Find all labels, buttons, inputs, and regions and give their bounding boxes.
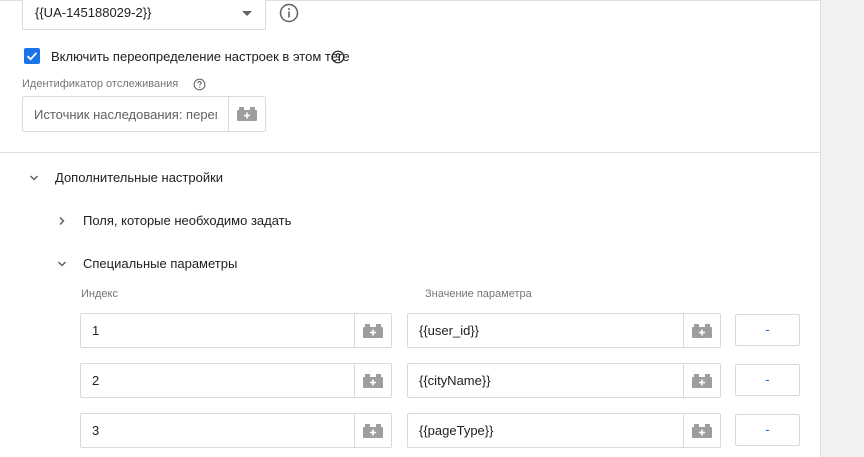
variable-block-icon — [363, 373, 383, 388]
variable-picker-button[interactable] — [683, 414, 720, 447]
variable-block-icon — [363, 323, 383, 338]
custom-dimensions-toggle[interactable]: Специальные параметры — [57, 256, 237, 271]
override-settings-label: Включить переопределение настроек в этом… — [51, 49, 350, 64]
advanced-settings-title: Дополнительные настройки — [55, 170, 224, 185]
remove-row-button[interactable]: - — [735, 414, 800, 446]
chevron-down-icon — [29, 174, 39, 181]
section-divider — [0, 152, 820, 153]
variable-picker-button[interactable] — [354, 314, 391, 347]
value-column-header: Значение параметра — [425, 288, 532, 300]
page-background-gutter — [821, 0, 864, 457]
index-column-header: Индекс — [81, 288, 118, 300]
advanced-settings-toggle[interactable]: Дополнительные настройки — [29, 170, 223, 185]
tracking-id-input[interactable] — [23, 97, 228, 131]
custom-dimensions-title: Специальные параметры — [83, 256, 238, 271]
variable-block-icon — [692, 323, 712, 338]
dimension-value-input[interactable] — [408, 364, 683, 397]
dimension-value-field — [407, 363, 721, 398]
help-icon[interactable] — [331, 50, 345, 64]
variable-picker-button[interactable] — [354, 414, 391, 447]
override-settings-checkbox[interactable] — [24, 48, 40, 64]
variable-block-icon — [363, 423, 383, 438]
dimension-value-field — [407, 413, 721, 448]
info-icon[interactable] — [279, 3, 299, 23]
chevron-down-icon — [57, 260, 67, 267]
remove-row-button[interactable]: - — [735, 364, 800, 396]
dimension-index-field — [80, 363, 392, 398]
settings-panel: {{UA-145188029-2}} Включить переопределе… — [0, 0, 821, 457]
help-icon[interactable] — [193, 78, 206, 91]
fields-to-set-toggle[interactable]: Поля, которые необходимо задать — [57, 213, 291, 228]
dimension-index-input[interactable] — [81, 414, 354, 447]
dimension-index-input[interactable] — [81, 364, 354, 397]
dimension-index-field — [80, 313, 392, 348]
variable-block-icon — [692, 423, 712, 438]
fields-to-set-title: Поля, которые необходимо задать — [83, 213, 292, 228]
dimension-index-field — [80, 413, 392, 448]
tracking-id-label: Идентификатор отслеживания — [22, 78, 179, 90]
variable-picker-button[interactable] — [228, 97, 265, 131]
tracking-settings-select[interactable]: {{UA-145188029-2}} — [22, 0, 266, 30]
tracking-settings-select-value: {{UA-145188029-2}} — [35, 5, 152, 20]
remove-row-button[interactable]: - — [735, 314, 800, 346]
variable-picker-button[interactable] — [683, 314, 720, 347]
variable-picker-button[interactable] — [683, 364, 720, 397]
dropdown-arrow-icon — [242, 11, 252, 16]
variable-picker-button[interactable] — [354, 364, 391, 397]
chevron-right-icon — [59, 216, 65, 225]
variable-block-icon — [237, 107, 257, 121]
tracking-id-field — [22, 96, 266, 132]
dimension-value-input[interactable] — [408, 314, 683, 347]
dimension-value-input[interactable] — [408, 414, 683, 447]
checkmark-icon — [26, 52, 38, 61]
variable-block-icon — [692, 373, 712, 388]
dimension-value-field — [407, 313, 721, 348]
dimension-index-input[interactable] — [81, 314, 354, 347]
